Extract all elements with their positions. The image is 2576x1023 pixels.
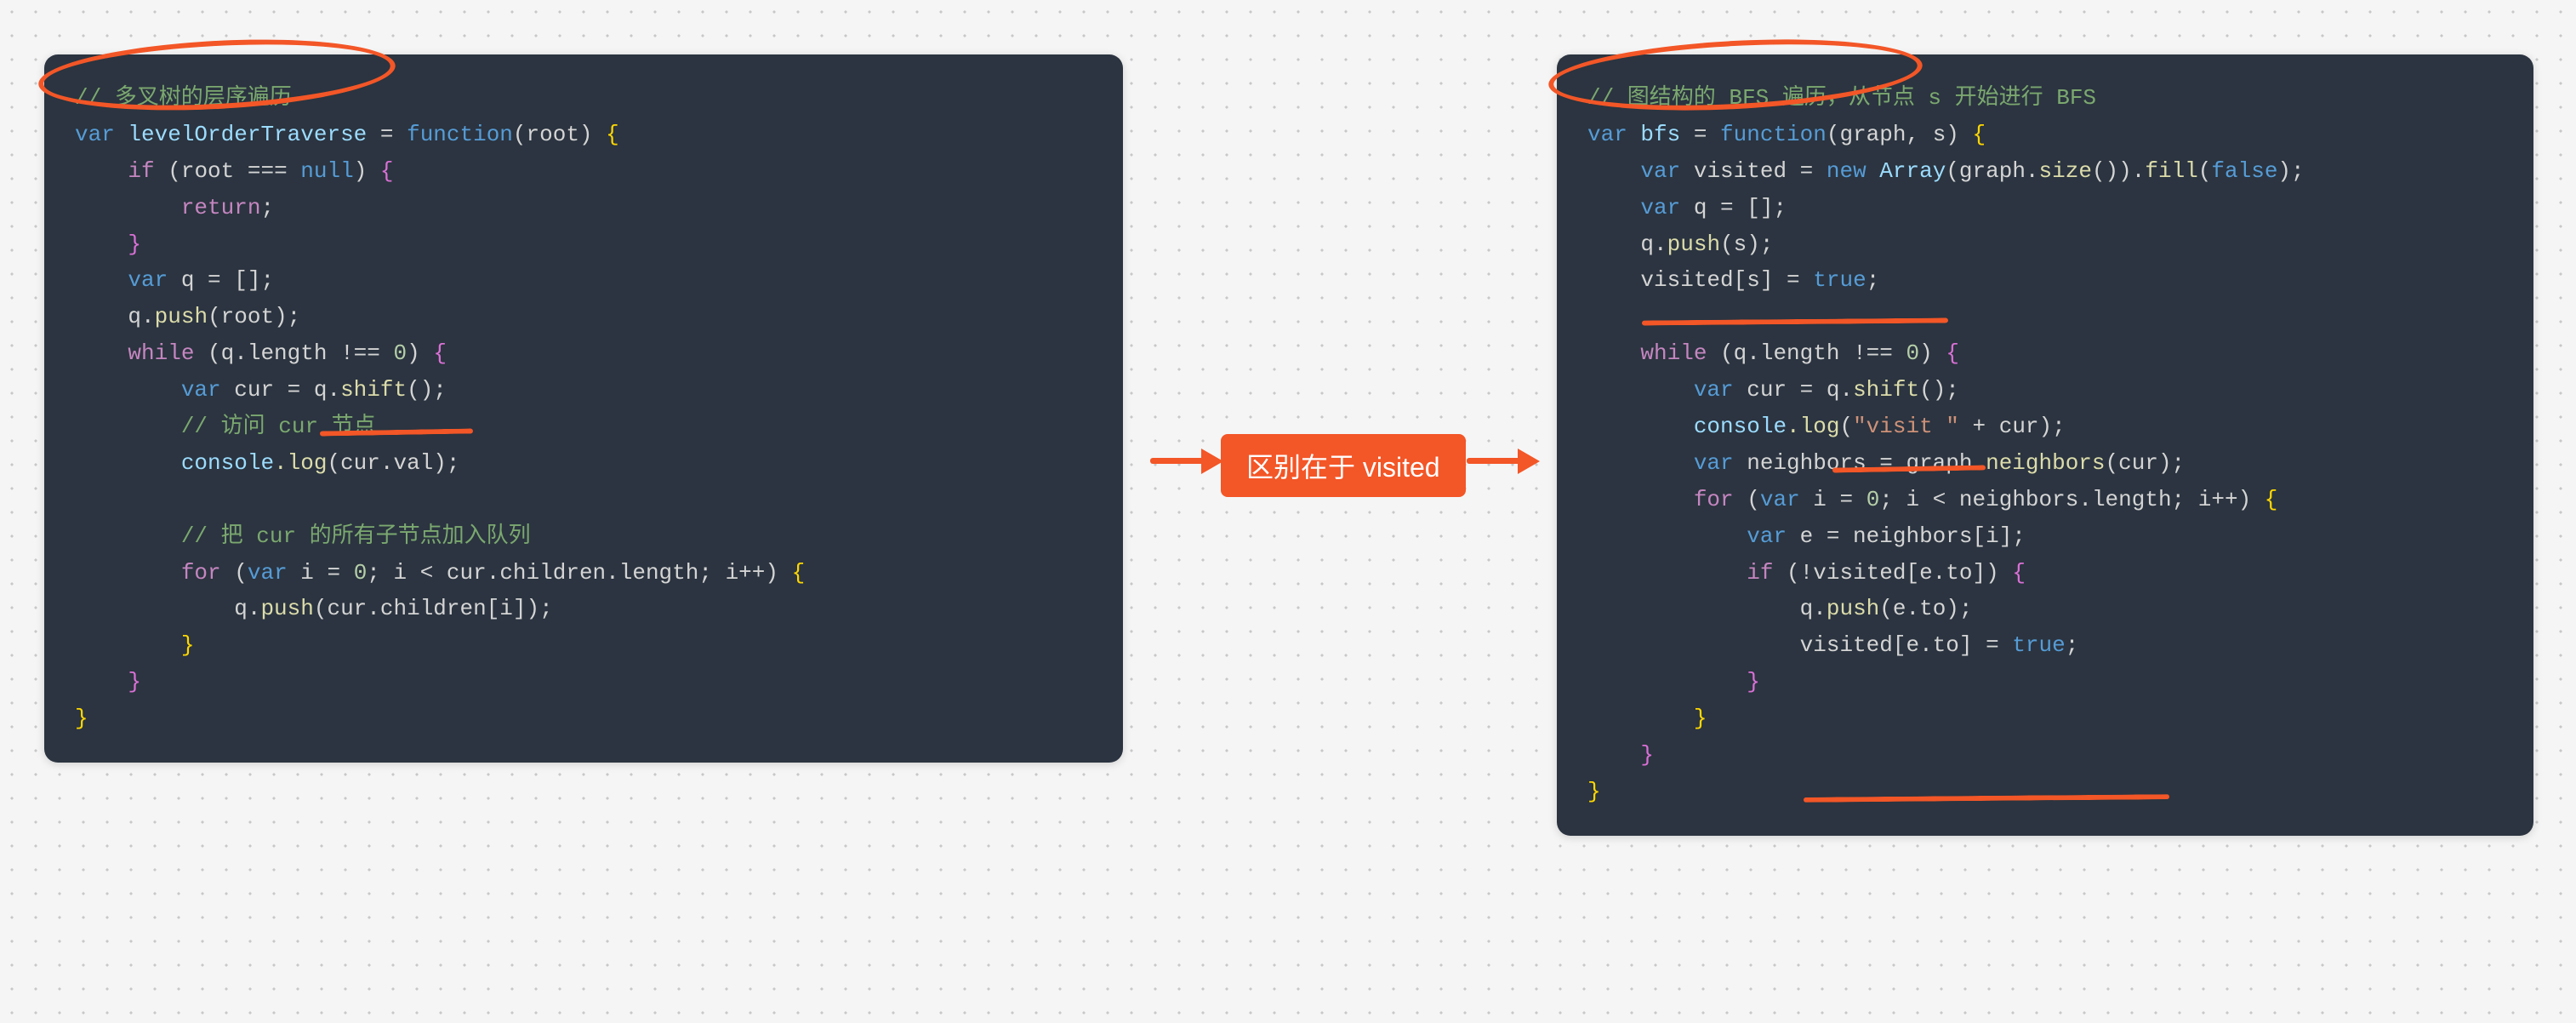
arrow-center-to-right-head-icon — [1518, 449, 1540, 474]
right-code: // 图结构的 BFS 遍历，从节点 s 开始进行 BFS var bfs = … — [1587, 80, 2503, 810]
left-code-block: // 多叉树的层序遍历 var levelOrderTraverse = fun… — [44, 54, 1123, 763]
right-code-block: // 图结构的 BFS 遍历，从节点 s 开始进行 BFS var bfs = … — [1557, 54, 2533, 836]
arrow-left-to-center-head-icon — [1201, 449, 1223, 474]
left-code: // 多叉树的层序遍历 var levelOrderTraverse = fun… — [75, 80, 1092, 737]
center-annotation-label: 区别在于 visited — [1221, 434, 1466, 497]
